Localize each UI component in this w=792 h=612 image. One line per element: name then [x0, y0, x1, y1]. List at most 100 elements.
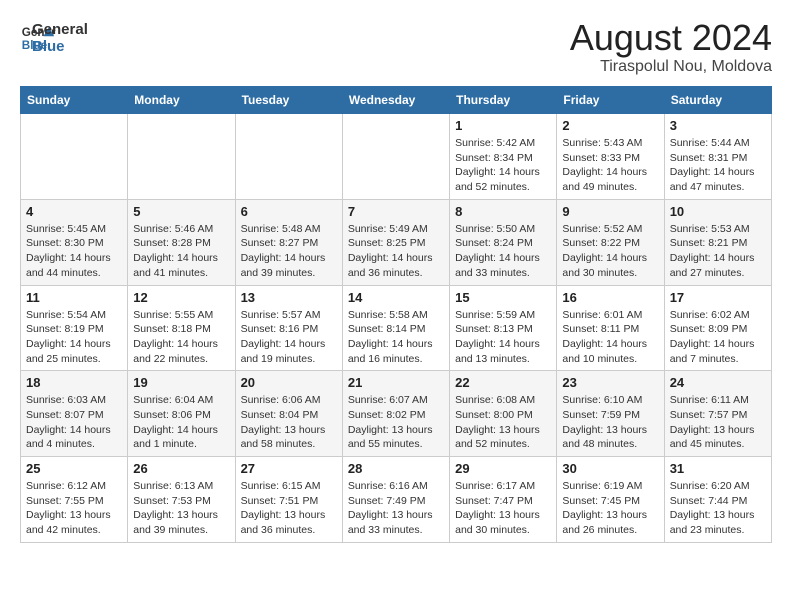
calendar-cell — [21, 114, 128, 200]
day-number: 10 — [670, 204, 766, 219]
day-info: Sunrise: 6:01 AM Sunset: 8:11 PM Dayligh… — [562, 308, 658, 367]
day-info: Sunrise: 5:58 AM Sunset: 8:14 PM Dayligh… — [348, 308, 444, 367]
day-number: 5 — [133, 204, 229, 219]
calendar-cell: 4Sunrise: 5:45 AM Sunset: 8:30 PM Daylig… — [21, 199, 128, 285]
calendar-cell: 17 Sunrise: 6:02 AM Sunset: 8:09 PM Dayli… — [664, 285, 771, 371]
calendar-cell: 28 Sunrise: 6:16 AM Sunset: 7:49 PM Dayli… — [342, 457, 449, 543]
calendar-cell: 7 Sunrise: 5:49 AM Sunset: 8:25 PM Daylig… — [342, 199, 449, 285]
calendar-cell: 12Sunrise: 5:55 AM Sunset: 8:18 PM Dayli… — [128, 285, 235, 371]
day-number: 3 — [670, 118, 766, 133]
day-number: 6 — [241, 204, 337, 219]
day-number: 31 — [670, 461, 766, 476]
day-info: Sunrise: 5:57 AM Sunset: 8:16 PM Dayligh… — [241, 308, 337, 367]
day-number: 27 — [241, 461, 337, 476]
day-number: 25 — [26, 461, 122, 476]
calendar-cell: 10 Sunrise: 5:53 AM Sunset: 8:21 PM Dayli… — [664, 199, 771, 285]
calendar-week-row: 4Sunrise: 5:45 AM Sunset: 8:30 PM Daylig… — [21, 199, 772, 285]
day-number: 28 — [348, 461, 444, 476]
day-number: 16 — [562, 290, 658, 305]
weekday-header: Tuesday — [235, 87, 342, 114]
day-number: 11 — [26, 290, 122, 305]
calendar-week-row: 1 Sunrise: 5:42 AM Sunset: 8:34 PM Daylig… — [21, 114, 772, 200]
day-number: 7 — [348, 204, 444, 219]
day-info: Sunrise: 6:03 AM Sunset: 8:07 PM Dayligh… — [26, 393, 122, 452]
calendar-cell: 25 Sunrise: 6:12 AM Sunset: 7:55 PM Dayli… — [21, 457, 128, 543]
weekday-header: Friday — [557, 87, 664, 114]
calendar-week-row: 18 Sunrise: 6:03 AM Sunset: 8:07 PM Dayli… — [21, 371, 772, 457]
day-info: Sunrise: 6:16 AM Sunset: 7:49 PM Dayligh… — [348, 479, 444, 538]
day-info: Sunrise: 5:46 AM Sunset: 8:28 PM Dayligh… — [133, 222, 229, 281]
day-info: Sunrise: 6:06 AM Sunset: 8:04 PM Dayligh… — [241, 393, 337, 452]
day-number: 22 — [455, 375, 551, 390]
calendar-cell: 23 Sunrise: 6:10 AM Sunset: 7:59 PM Dayli… — [557, 371, 664, 457]
day-info: Sunrise: 6:19 AM Sunset: 7:45 PM Dayligh… — [562, 479, 658, 538]
day-number: 23 — [562, 375, 658, 390]
calendar-cell — [235, 114, 342, 200]
day-number: 12 — [133, 290, 229, 305]
weekday-header-row: SundayMondayTuesdayWednesdayThursdayFrid… — [21, 87, 772, 114]
day-info: Sunrise: 5:48 AM Sunset: 8:27 PM Dayligh… — [241, 222, 337, 281]
calendar-cell: 19 Sunrise: 6:04 AM Sunset: 8:06 PM Dayli… — [128, 371, 235, 457]
day-info: Sunrise: 6:07 AM Sunset: 8:02 PM Dayligh… — [348, 393, 444, 452]
logo-general: General — [32, 21, 88, 38]
day-number: 26 — [133, 461, 229, 476]
day-number: 20 — [241, 375, 337, 390]
calendar-cell — [128, 114, 235, 200]
calendar-table: SundayMondayTuesdayWednesdayThursdayFrid… — [20, 86, 772, 543]
day-info: Sunrise: 6:04 AM Sunset: 8:06 PM Dayligh… — [133, 393, 229, 452]
day-info: Sunrise: 5:54 AM Sunset: 8:19 PM Dayligh… — [26, 308, 122, 367]
day-number: 29 — [455, 461, 551, 476]
calendar-cell: 11 Sunrise: 5:54 AM Sunset: 8:19 PM Dayli… — [21, 285, 128, 371]
day-info: Sunrise: 6:02 AM Sunset: 8:09 PM Dayligh… — [670, 308, 766, 367]
calendar-cell: 24Sunrise: 6:11 AM Sunset: 7:57 PM Dayli… — [664, 371, 771, 457]
day-info: Sunrise: 5:50 AM Sunset: 8:24 PM Dayligh… — [455, 222, 551, 281]
calendar-cell: 15Sunrise: 5:59 AM Sunset: 8:13 PM Dayli… — [450, 285, 557, 371]
calendar-cell: 31 Sunrise: 6:20 AM Sunset: 7:44 PM Dayli… — [664, 457, 771, 543]
calendar-cell: 27 Sunrise: 6:15 AM Sunset: 7:51 PM Dayli… — [235, 457, 342, 543]
logo: General Blue General Blue — [20, 20, 88, 56]
day-info: Sunrise: 5:43 AM Sunset: 8:33 PM Dayligh… — [562, 136, 658, 195]
calendar-week-row: 25 Sunrise: 6:12 AM Sunset: 7:55 PM Dayli… — [21, 457, 772, 543]
day-info: Sunrise: 5:52 AM Sunset: 8:22 PM Dayligh… — [562, 222, 658, 281]
weekday-header: Sunday — [21, 87, 128, 114]
calendar-cell: 16 Sunrise: 6:01 AM Sunset: 8:11 PM Dayli… — [557, 285, 664, 371]
day-number: 15 — [455, 290, 551, 305]
calendar-cell: 3 Sunrise: 5:44 AM Sunset: 8:31 PM Daylig… — [664, 114, 771, 200]
calendar-cell: 5 Sunrise: 5:46 AM Sunset: 8:28 PM Daylig… — [128, 199, 235, 285]
calendar-cell: 30 Sunrise: 6:19 AM Sunset: 7:45 PM Dayli… — [557, 457, 664, 543]
day-info: Sunrise: 6:12 AM Sunset: 7:55 PM Dayligh… — [26, 479, 122, 538]
calendar-cell: 26 Sunrise: 6:13 AM Sunset: 7:53 PM Dayli… — [128, 457, 235, 543]
calendar-cell: 2 Sunrise: 5:43 AM Sunset: 8:33 PM Daylig… — [557, 114, 664, 200]
calendar-cell: 22 Sunrise: 6:08 AM Sunset: 8:00 PM Dayli… — [450, 371, 557, 457]
day-info: Sunrise: 6:13 AM Sunset: 7:53 PM Dayligh… — [133, 479, 229, 538]
day-info: Sunrise: 6:20 AM Sunset: 7:44 PM Dayligh… — [670, 479, 766, 538]
day-info: Sunrise: 6:17 AM Sunset: 7:47 PM Dayligh… — [455, 479, 551, 538]
day-number: 30 — [562, 461, 658, 476]
calendar-cell: 6 Sunrise: 5:48 AM Sunset: 8:27 PM Daylig… — [235, 199, 342, 285]
day-number: 18 — [26, 375, 122, 390]
day-number: 4 — [26, 204, 122, 219]
day-info: Sunrise: 6:08 AM Sunset: 8:00 PM Dayligh… — [455, 393, 551, 452]
month-title: August 2024 — [570, 20, 772, 56]
day-info: Sunrise: 6:11 AM Sunset: 7:57 PM Dayligh… — [670, 393, 766, 452]
calendar-cell: 8Sunrise: 5:50 AM Sunset: 8:24 PM Daylig… — [450, 199, 557, 285]
day-info: Sunrise: 6:15 AM Sunset: 7:51 PM Dayligh… — [241, 479, 337, 538]
location-subtitle: Tiraspolul Nou, Moldova — [570, 58, 772, 76]
day-info: Sunrise: 6:10 AM Sunset: 7:59 PM Dayligh… — [562, 393, 658, 452]
day-number: 9 — [562, 204, 658, 219]
calendar-cell: 20 Sunrise: 6:06 AM Sunset: 8:04 PM Dayli… — [235, 371, 342, 457]
day-info: Sunrise: 5:49 AM Sunset: 8:25 PM Dayligh… — [348, 222, 444, 281]
calendar-cell: 9 Sunrise: 5:52 AM Sunset: 8:22 PM Daylig… — [557, 199, 664, 285]
day-info: Sunrise: 5:42 AM Sunset: 8:34 PM Dayligh… — [455, 136, 551, 195]
day-number: 17 — [670, 290, 766, 305]
day-info: Sunrise: 5:53 AM Sunset: 8:21 PM Dayligh… — [670, 222, 766, 281]
weekday-header: Wednesday — [342, 87, 449, 114]
calendar-cell: 13Sunrise: 5:57 AM Sunset: 8:16 PM Dayli… — [235, 285, 342, 371]
day-info: Sunrise: 5:44 AM Sunset: 8:31 PM Dayligh… — [670, 136, 766, 195]
day-number: 1 — [455, 118, 551, 133]
day-number: 19 — [133, 375, 229, 390]
calendar-cell: 29 Sunrise: 6:17 AM Sunset: 7:47 PM Dayli… — [450, 457, 557, 543]
day-number: 14 — [348, 290, 444, 305]
day-number: 2 — [562, 118, 658, 133]
weekday-header: Thursday — [450, 87, 557, 114]
